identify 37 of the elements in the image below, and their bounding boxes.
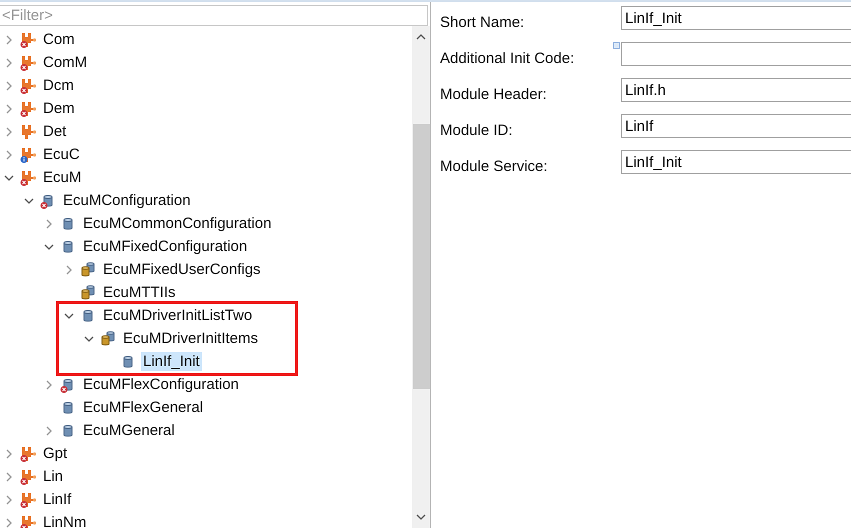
tree-item[interactable]: EcuMFlexConfiguration (81, 375, 241, 394)
tree-item[interactable]: EcuMConfiguration (61, 191, 193, 210)
tree-item[interactable]: Lin (41, 467, 66, 486)
tree-item[interactable]: Dem (41, 99, 77, 118)
scrollbar[interactable] (412, 26, 430, 528)
tree-item[interactable]: EcuMDriverInitItems (121, 329, 260, 348)
field-label: Module ID: (440, 122, 514, 138)
tree-item[interactable]: EcuMGeneral (81, 421, 177, 440)
tree-item[interactable]: EcuM (41, 168, 84, 187)
scroll-down-icon[interactable] (415, 512, 427, 522)
tree-item[interactable]: EcuMFixedConfiguration (81, 237, 250, 256)
text-field[interactable] (621, 42, 851, 66)
tree-item[interactable]: LinIf (41, 490, 74, 509)
field-label: Short Name: (440, 14, 526, 30)
text-field[interactable]: LinIf.h (621, 78, 851, 102)
scroll-up-icon[interactable] (415, 32, 427, 42)
filter-field[interactable]: <Filter> (0, 5, 428, 26)
field-label: Module Service: (440, 158, 549, 174)
field-label: Additional Init Code: (440, 50, 576, 66)
tree-item[interactable]: EcuMFixedUserConfigs (101, 260, 263, 279)
tree-item[interactable]: LinIf_Init (141, 352, 202, 371)
text-field[interactable]: LinIf_Init (621, 6, 851, 30)
field-label: Module Header: (440, 86, 548, 102)
text-field[interactable]: LinIf (621, 114, 851, 138)
tree-item[interactable]: EcuMTTIIs (101, 283, 178, 302)
tree-item[interactable]: ComM (41, 53, 90, 72)
tree-item[interactable]: EcuC (41, 145, 82, 164)
tree-item[interactable]: Gpt (41, 444, 70, 463)
tree-item[interactable]: Det (41, 122, 68, 141)
tree-item[interactable]: EcuMDriverInitListTwo (101, 306, 254, 325)
tree-item[interactable]: LinNm (41, 513, 88, 528)
tree-item[interactable]: EcuMFlexGeneral (81, 398, 206, 417)
text-field[interactable]: LinIf_Init (621, 150, 851, 174)
tree-item[interactable]: EcuMCommonConfiguration (81, 214, 274, 233)
tree-item[interactable]: Dcm (41, 76, 76, 95)
scrollbar-thumb[interactable] (412, 124, 430, 389)
tree-item[interactable]: Com (41, 30, 77, 49)
